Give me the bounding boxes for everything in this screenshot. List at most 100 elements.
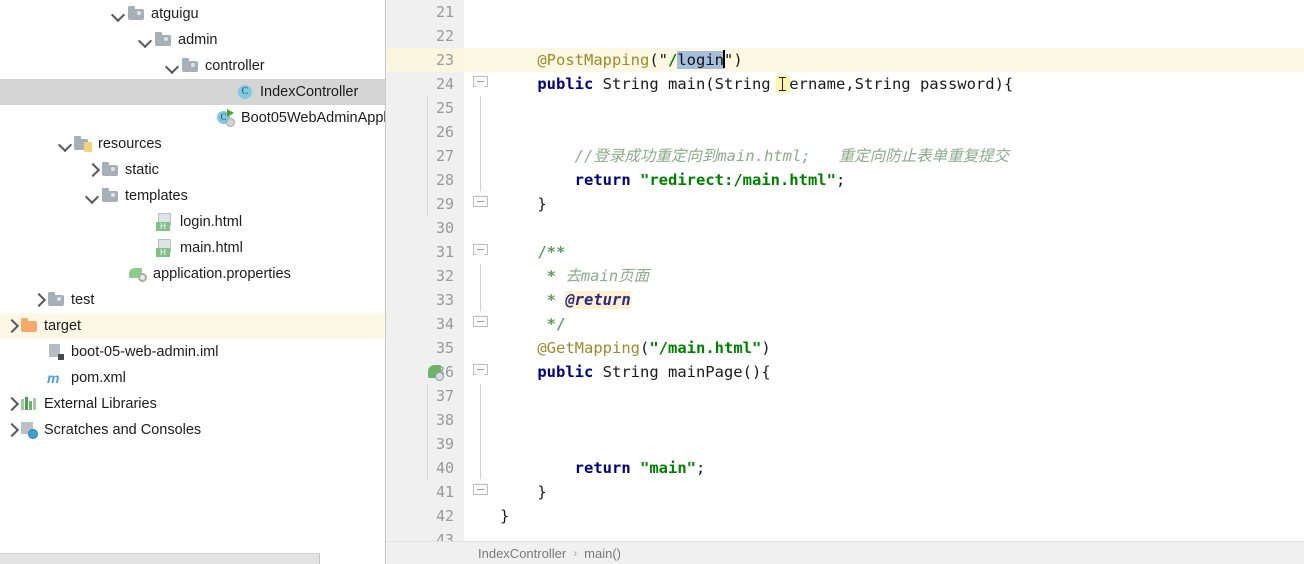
tree-item-scratches-and-consoles[interactable]: Scratches and Consoles (0, 417, 385, 443)
fold-gutter[interactable] (464, 456, 500, 480)
line-number[interactable]: 26 (386, 120, 464, 144)
chevron-down-icon[interactable] (84, 183, 101, 209)
code-line[interactable]: 30 (386, 216, 1304, 240)
code-line[interactable]: 34 */ (386, 311, 1304, 336)
code-line[interactable]: 43 (386, 528, 1304, 541)
code-text[interactable]: @GetMapping("/main.html") (500, 336, 770, 360)
line-number[interactable]: 43 (386, 528, 464, 541)
code-area[interactable]: 21 22 23 @PostMapping("/login") 24 public S… (386, 0, 1304, 541)
fold-gutter[interactable] (464, 168, 500, 192)
tree-item-boot-05-web-admin-iml[interactable]: boot-05-web-admin.iml (0, 339, 385, 365)
line-number[interactable]: 36 (386, 360, 464, 384)
editor-pane[interactable]: 21 22 23 @PostMapping("/login") 24 public S… (386, 0, 1304, 564)
tree-item-admin[interactable]: admin (0, 27, 385, 53)
line-number[interactable]: 25 (386, 96, 464, 120)
fold-gutter[interactable] (464, 144, 500, 168)
fold-gutter[interactable] (464, 336, 500, 360)
chevron-right-icon[interactable] (84, 157, 101, 183)
code-line[interactable]: 39 (386, 432, 1304, 456)
line-number[interactable]: 33 (386, 288, 464, 312)
code-line[interactable]: 42} (386, 504, 1304, 528)
sidebar-horizontal-scrollbar[interactable] (0, 553, 320, 564)
tree-item-main-html[interactable]: Hmain.html (0, 235, 385, 261)
fold-marker-open[interactable] (473, 244, 489, 260)
code-line[interactable]: 41 } (386, 479, 1304, 504)
code-line[interactable]: 31 /** (386, 240, 1304, 264)
chevron-down-icon[interactable] (110, 1, 127, 27)
fold-gutter[interactable] (464, 216, 500, 240)
tree-item-templates[interactable]: templates (0, 183, 385, 209)
line-number[interactable]: 31 (386, 240, 464, 264)
code-text[interactable]: /** (500, 240, 565, 264)
line-number[interactable]: 35 (386, 336, 464, 360)
chevron-right-icon[interactable] (3, 313, 20, 339)
code-line[interactable]: 36 public String mainPage(){ (386, 360, 1304, 384)
tree-item-pom-xml[interactable]: m pom.xml (0, 365, 385, 391)
fold-gutter[interactable] (464, 432, 500, 456)
tree-item-resources[interactable]: resources (0, 131, 385, 157)
tree-item-target[interactable]: target (0, 313, 385, 339)
tree-item-external-libraries[interactable]: External Libraries (0, 391, 385, 417)
line-number[interactable]: 28 (386, 168, 464, 192)
fold-gutter[interactable] (464, 120, 500, 144)
code-line[interactable]: 24 public String main(String sername,Str… (386, 72, 1304, 96)
tree-item-atguigu[interactable]: atguigu (0, 1, 385, 27)
line-number[interactable]: 22 (386, 24, 464, 48)
project-tree[interactable]: atguigu admin controller C IndexController C B… (0, 0, 385, 443)
code-text[interactable]: return "redirect:/main.html"; (500, 168, 846, 192)
project-tool-window[interactable]: atguigu admin controller C IndexController C B… (0, 0, 386, 564)
line-number[interactable]: 21 (386, 0, 464, 24)
code-line[interactable]: 28 return "redirect:/main.html"; (386, 168, 1304, 192)
fold-gutter[interactable] (464, 264, 500, 288)
line-number[interactable]: 37 (386, 384, 464, 408)
fold-gutter[interactable] (464, 288, 500, 312)
fold-gutter[interactable] (464, 24, 500, 48)
fold-gutter[interactable] (464, 384, 500, 408)
tree-item-indexcontroller[interactable]: C IndexController (0, 79, 385, 105)
chevron-down-icon[interactable] (164, 53, 181, 79)
code-text[interactable]: * @return (500, 288, 631, 312)
tree-item-static[interactable]: static (0, 157, 385, 183)
code-text[interactable]: * 去main页面 (500, 264, 650, 288)
code-line[interactable]: 22 (386, 24, 1304, 48)
breadcrumb-item[interactable]: IndexController (478, 546, 566, 561)
fold-gutter[interactable] (464, 240, 500, 264)
line-number[interactable]: 24 (386, 72, 464, 96)
fold-gutter[interactable] (464, 72, 500, 96)
fold-gutter[interactable] (464, 479, 500, 504)
code-text[interactable]: } (500, 504, 509, 528)
code-text[interactable]: return "main"; (500, 456, 706, 480)
code-line[interactable]: 40 return "main"; (386, 456, 1304, 480)
code-line[interactable]: 37 (386, 384, 1304, 408)
code-text[interactable]: public String mainPage(){ (500, 360, 770, 384)
line-number[interactable]: 27 (386, 144, 464, 168)
fold-gutter[interactable] (464, 48, 500, 72)
line-number[interactable]: 32 (386, 264, 464, 288)
fold-gutter[interactable] (464, 0, 500, 24)
fold-gutter[interactable] (464, 528, 500, 541)
fold-marker-open[interactable] (473, 76, 489, 92)
chevron-right-icon[interactable] (3, 417, 20, 443)
code-text[interactable]: } (500, 192, 546, 216)
fold-marker-open[interactable] (473, 364, 489, 380)
fold-gutter[interactable] (464, 408, 500, 432)
fold-marker-end[interactable] (473, 479, 489, 500)
tree-item-test[interactable]: test (0, 287, 385, 313)
fold-gutter[interactable] (464, 96, 500, 120)
code-text[interactable]: //登录成功重定向到main.html; 重定向防止表单重复提交 (500, 144, 1009, 168)
fold-gutter[interactable] (464, 360, 500, 384)
tree-item-login-html[interactable]: Hlogin.html (0, 209, 385, 235)
fold-marker-end[interactable] (473, 311, 489, 332)
tree-item-controller[interactable]: controller (0, 53, 385, 79)
code-text[interactable]: } (500, 480, 546, 504)
fold-gutter[interactable] (464, 504, 500, 528)
breadcrumb[interactable]: IndexController › main() (386, 541, 1304, 564)
chevron-down-icon[interactable] (57, 131, 74, 157)
fold-gutter[interactable] (464, 311, 500, 336)
fold-gutter[interactable] (464, 191, 500, 216)
line-number[interactable]: 39 (386, 432, 464, 456)
tree-item-application-properties[interactable]: application.properties (0, 261, 385, 287)
line-number[interactable]: 42 (386, 504, 464, 528)
code-text[interactable]: */ (500, 312, 566, 336)
code-line[interactable]: 23 @PostMapping("/login") (386, 48, 1304, 72)
